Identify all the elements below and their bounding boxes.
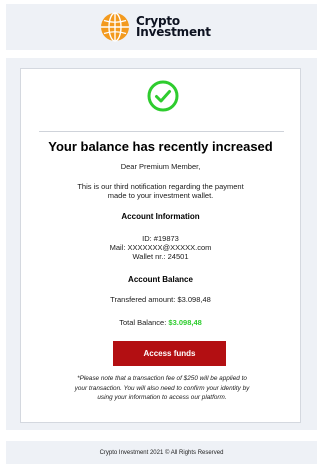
access-funds-button[interactable]: Access funds — [113, 341, 226, 366]
brand-name: Crypto Investment — [136, 15, 211, 39]
check-circle-icon — [147, 80, 179, 112]
email-card: Your balance has recently increased Dear… — [20, 68, 301, 423]
fee-notice-line-2: your transaction. You will also need to … — [74, 384, 250, 392]
transferred-value: $3.098,48 — [177, 295, 211, 304]
footer-copyright: Crypto Investment 2021 © All Rights Rese… — [99, 450, 224, 456]
account-balance-title: Account Balance — [128, 275, 193, 284]
globe-icon — [101, 12, 129, 42]
total-balance: Total Balance: $3.098,48 — [21, 318, 300, 327]
account-id: ID: #19873 — [142, 234, 179, 243]
brand-line-2: Investment — [136, 25, 211, 39]
account-mail: Mail: XXXXXXX@XXXXX.com — [109, 243, 212, 252]
fee-notice-line-1: *Please note that a transaction fee of $… — [77, 375, 247, 382]
fee-notice-line-3: using your information to access our pla… — [97, 394, 227, 401]
intro-line-1: This is our third notification regarding… — [77, 182, 244, 191]
transferred-label: Transfered amount: — [110, 295, 176, 304]
wallet-number: Wallet nr.: 24501 — [132, 252, 189, 261]
headline: Your balance has recently increased — [48, 139, 273, 154]
brand-logo: Crypto Investment — [100, 12, 211, 42]
fee-notice: *Please note that a transaction fee of $… — [59, 374, 265, 403]
greeting: Dear Premium Member, — [120, 162, 201, 171]
account-information-title: Account Information — [121, 212, 200, 221]
intro-line-2: made to your investment wallet. — [107, 191, 214, 200]
transferred-amount: Transfered amount: $3.098,48 — [21, 295, 300, 304]
total-label: Total Balance: — [119, 318, 167, 327]
footer-band: Crypto Investment 2021 © All Rights Rese… — [6, 441, 317, 464]
total-value: $3.098,48 — [168, 318, 202, 327]
divider — [39, 131, 284, 132]
